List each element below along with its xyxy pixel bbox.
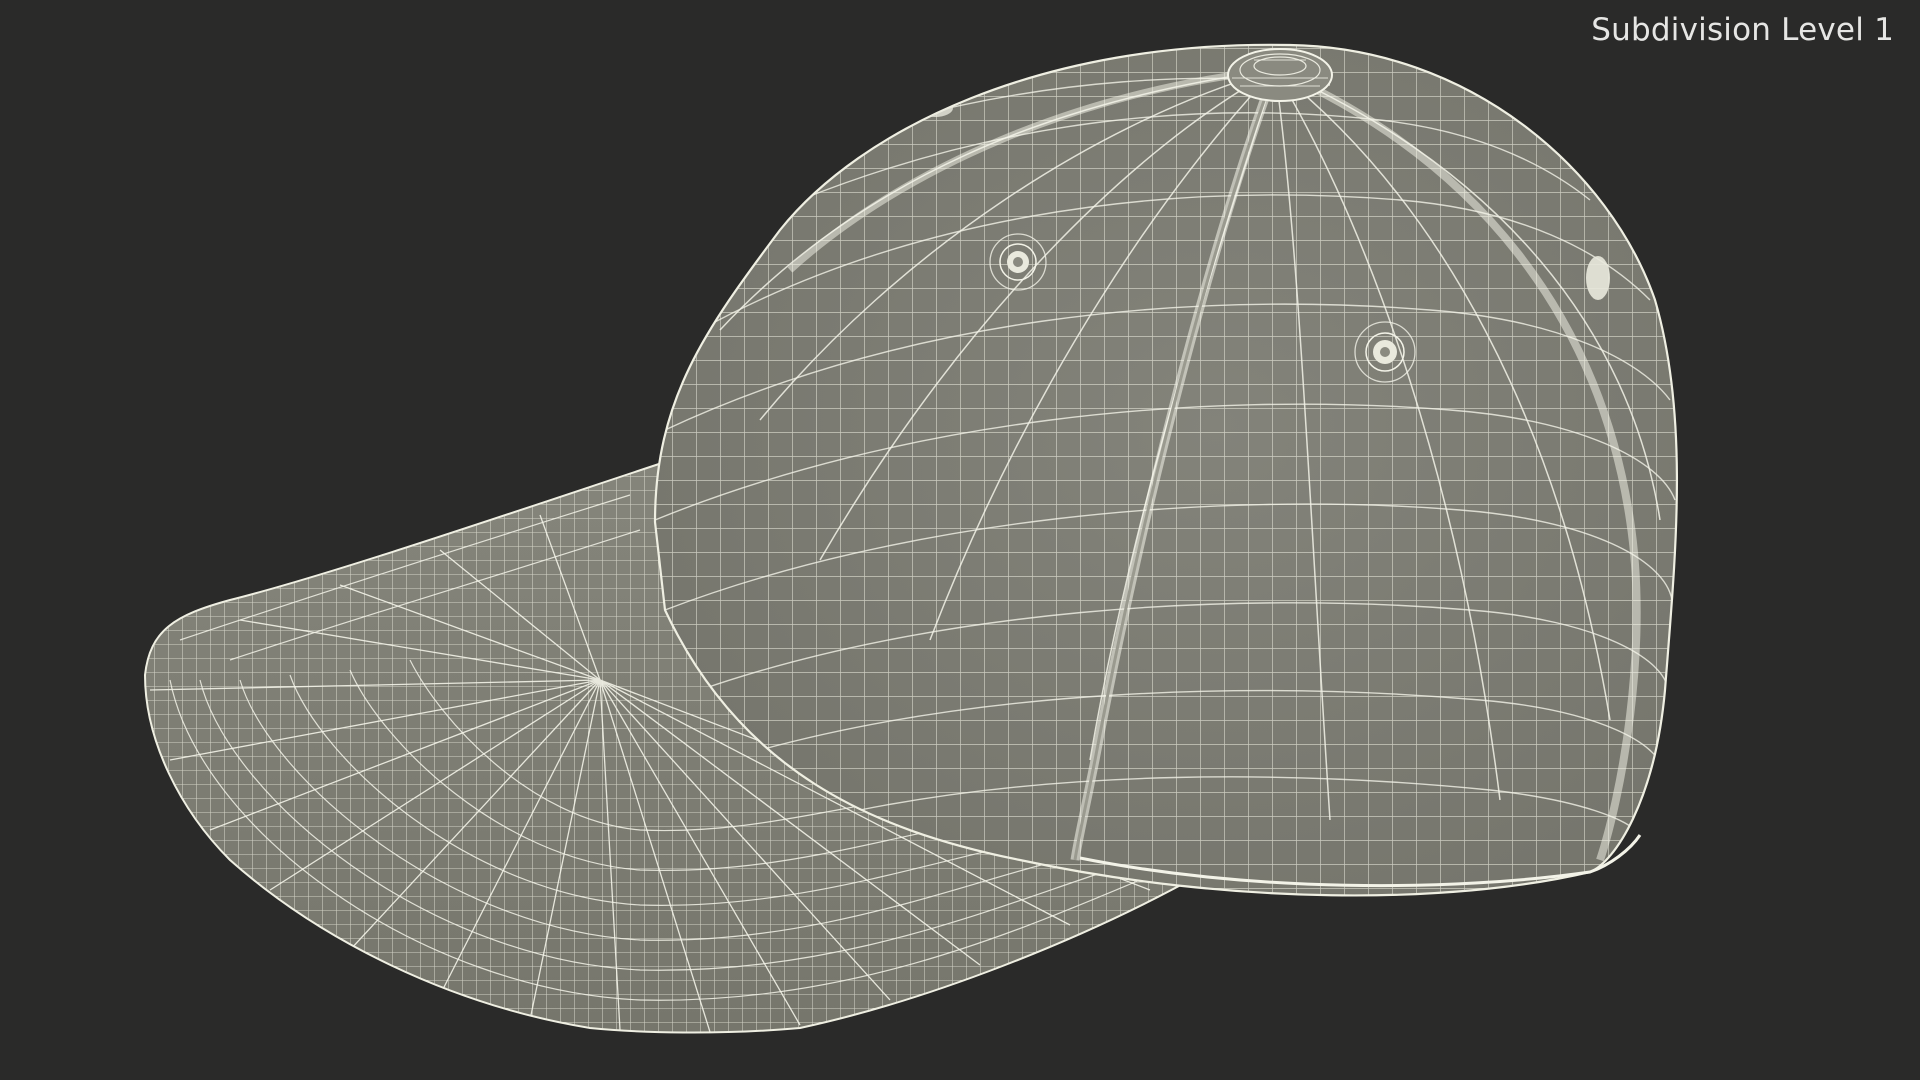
- subdivision-level-label: Subdivision Level 1: [1591, 12, 1894, 48]
- 3d-viewport[interactable]: Subdivision Level 1: [0, 0, 1920, 1080]
- eyelet-vent: [1586, 256, 1610, 300]
- cap-top-button: [1227, 48, 1333, 102]
- wireframe-render: [143, 43, 1678, 1034]
